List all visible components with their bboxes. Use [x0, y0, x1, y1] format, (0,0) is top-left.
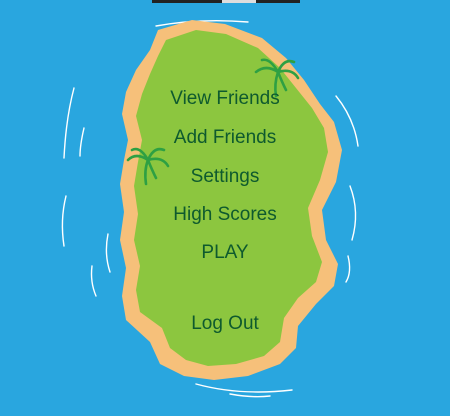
top-bar-fragment-highlight	[222, 0, 256, 3]
add-friends-button[interactable]: Add Friends	[0, 127, 450, 149]
view-friends-button[interactable]: View Friends	[0, 88, 450, 110]
play-button[interactable]: PLAY	[0, 242, 450, 264]
log-out-button[interactable]: Log Out	[0, 313, 450, 335]
high-scores-button[interactable]: High Scores	[0, 204, 450, 226]
settings-button[interactable]: Settings	[0, 166, 450, 188]
